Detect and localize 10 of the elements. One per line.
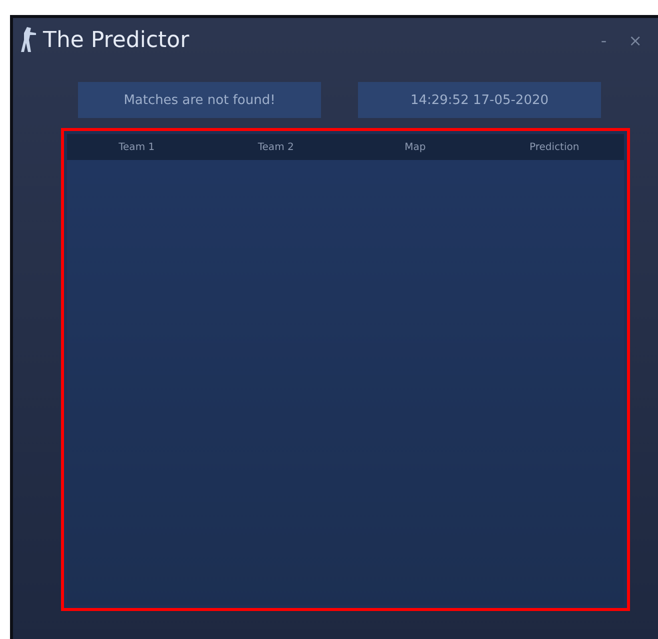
status-button[interactable]: Matches are not found! — [78, 82, 321, 118]
window-title: The Predictor — [43, 28, 190, 52]
column-header[interactable]: Prediction — [484, 142, 624, 152]
column-header[interactable]: Map — [346, 142, 485, 152]
column-header[interactable]: Team 1 — [67, 142, 206, 152]
close-button[interactable]: × — [620, 30, 650, 50]
datetime-button[interactable]: 14:29:52 17-05-2020 — [358, 82, 601, 118]
soldier-icon — [21, 27, 37, 53]
minimize-button[interactable]: - — [592, 30, 615, 50]
column-header[interactable]: Team 2 — [206, 142, 346, 152]
